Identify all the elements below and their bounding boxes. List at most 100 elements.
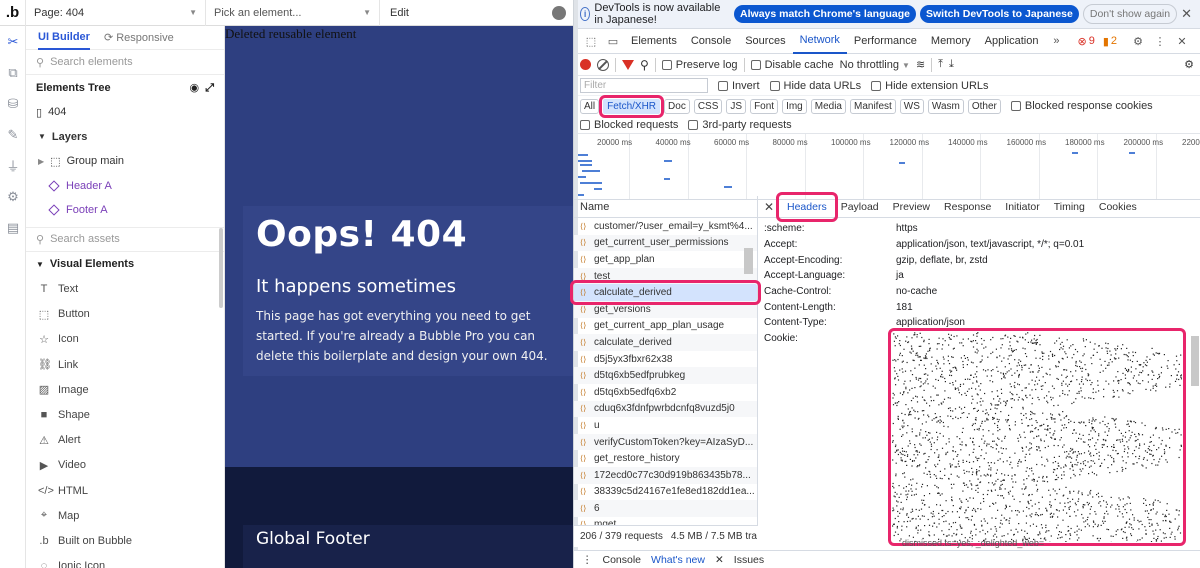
request-row[interactable]: ⟨⟩ d5tq6xb5edfq6xb2 (574, 384, 757, 401)
type-doc[interactable]: Doc (664, 98, 690, 114)
request-row[interactable]: ⟨⟩ verifyCustomToken?key=AIzaSyD... (574, 433, 757, 451)
kebab-menu-icon[interactable]: ⋮ (1149, 29, 1171, 54)
tab-application[interactable]: Application (978, 29, 1046, 54)
close-icon[interactable]: ✕ (1181, 6, 1192, 22)
expand-icon[interactable]: ⤢ (205, 82, 214, 94)
request-row[interactable]: ⟨⟩ calculate_derived (570, 280, 761, 305)
workflow-icon[interactable]: ⧉ (0, 57, 26, 88)
visual-element-item[interactable]: ▨ Image (26, 377, 224, 402)
tab-headers[interactable]: Headers (776, 191, 838, 222)
import-icon[interactable]: ⤒ (938, 58, 943, 71)
styles-icon[interactable]: ✎ (0, 119, 26, 150)
drawer-menu-icon[interactable]: ⋮ (582, 554, 593, 566)
filter-icon[interactable] (622, 59, 634, 70)
canvas-body-text[interactable]: This page has got everything you need to… (256, 306, 568, 366)
invert-checkbox[interactable]: Invert (718, 80, 760, 92)
request-row[interactable]: ⟨⟩ cduq6x3fdnfpwrbdcnfq8vuzd5j0 (574, 400, 757, 418)
tree-item-layers[interactable]: ▼ Layers (26, 125, 224, 150)
tree-item-page[interactable]: ▯ 404 (26, 100, 224, 125)
visual-element-item[interactable]: ◌ Ionic Icon (26, 554, 224, 568)
footer-title[interactable]: Global Footer (256, 529, 370, 549)
record-icon[interactable] (580, 59, 591, 70)
drawer-tab-whats-new[interactable]: What's new (651, 554, 705, 566)
search-elements-input[interactable]: Search elements (50, 56, 133, 68)
plugins-icon[interactable]: ⏚ (0, 150, 26, 181)
clear-icon[interactable] (597, 58, 609, 71)
type-wasm[interactable]: Wasm (927, 98, 964, 114)
export-icon[interactable]: ⤓ (949, 58, 954, 71)
tab-performance[interactable]: Performance (847, 29, 924, 54)
request-row[interactable]: ⟨⟩ 172ecd0c77c30d919b863435b78... (574, 466, 757, 484)
request-row[interactable]: ⟨⟩ d5j5yx3fbxr62x38 (574, 351, 757, 368)
more-tabs-icon[interactable]: » (1045, 29, 1067, 54)
dont-show-again-button[interactable]: Don't show again (1082, 4, 1178, 24)
match-language-button[interactable]: Always match Chrome's language (734, 5, 916, 23)
throttling-select[interactable]: No throttling ▼ (840, 59, 910, 71)
tab-memory[interactable]: Memory (924, 29, 978, 54)
device-toolbar-icon[interactable]: ▭ (602, 29, 624, 54)
visual-element-item[interactable]: T Text (26, 277, 224, 302)
request-row[interactable]: ⟨⟩ u (574, 417, 757, 434)
canvas-subheading[interactable]: It happens sometimes (256, 276, 456, 297)
drawer-tab-console[interactable]: Console (603, 554, 642, 566)
switch-language-button[interactable]: Switch DevTools to Japanese (920, 5, 1079, 23)
tab-sources[interactable]: Sources (738, 29, 792, 54)
element-selector[interactable]: Pick an element... ▼ (206, 0, 380, 26)
hide-data-urls-checkbox[interactable]: Hide data URLs (769, 80, 861, 92)
request-row[interactable]: ⟨⟩ d5tq6xb5edfprubkeg (574, 367, 757, 384)
inspect-icon[interactable]: ⬚ (580, 29, 602, 54)
type-img[interactable]: Img (782, 98, 807, 114)
preserve-log-checkbox[interactable]: Preserve log (661, 59, 738, 71)
request-row[interactable]: ⟨⟩ get_restore_history (574, 450, 757, 467)
tab-responsive[interactable]: ⟳ Responsive (104, 26, 174, 50)
blocked-requests-checkbox[interactable]: Blocked requests (580, 119, 678, 131)
tab-ui-builder[interactable]: UI Builder (38, 26, 90, 50)
settings-icon[interactable]: ⚙ (0, 181, 26, 212)
visual-elements-header[interactable]: ▼ Visual Elements (26, 252, 224, 277)
footer-group[interactable]: Global Footer (225, 467, 573, 568)
request-row[interactable]: ⟨⟩ 38339c5d24167e1fe8ed182dd1ea... (574, 484, 757, 501)
visual-element-item[interactable]: ▶ Video (26, 453, 224, 478)
warning-count-badge[interactable]: ▮ 2 (1103, 35, 1117, 48)
design-icon[interactable]: ✂ (0, 26, 26, 57)
request-row[interactable]: ⟨⟩ get_app_plan (574, 251, 757, 268)
tab-preview[interactable]: Preview (886, 196, 937, 218)
request-list-scrollbar[interactable] (744, 248, 753, 274)
type-media[interactable]: Media (810, 98, 846, 114)
tab-network[interactable]: Network (792, 29, 847, 54)
user-icon[interactable] (549, 0, 569, 26)
tab-initiator[interactable]: Initiator (998, 196, 1046, 218)
search-icon[interactable]: ⚲ (640, 58, 649, 72)
visual-element-item[interactable]: ⌖ Map (26, 503, 224, 528)
request-row[interactable]: ⟨⟩ get_current_app_plan_usage (574, 318, 757, 335)
name-column-header[interactable]: Name (574, 196, 757, 218)
type-all[interactable]: All (580, 98, 600, 114)
close-icon[interactable]: ✕ (764, 200, 780, 214)
eye-icon[interactable]: ◉ (189, 82, 199, 94)
panel-scrollbar[interactable] (219, 228, 223, 308)
tab-elements[interactable]: Elements (624, 29, 684, 54)
request-row[interactable]: ⟨⟩ customer/?user_email=y_ksmt%4... (574, 218, 757, 235)
type-other[interactable]: Other (967, 98, 1001, 114)
gear-icon[interactable]: ⚙ (1184, 58, 1194, 71)
request-row[interactable]: ⟨⟩ 6 (574, 500, 757, 517)
visual-element-item[interactable]: ☆ Icon (26, 327, 224, 352)
hide-extension-urls-checkbox[interactable]: Hide extension URLs (871, 80, 989, 92)
request-row[interactable]: ⟨⟩ calculate_derived (574, 334, 757, 351)
request-row[interactable]: ⟨⟩ get_current_user_permissions (574, 234, 757, 252)
visual-element-item[interactable]: </> HTML (26, 478, 224, 503)
edit-tab[interactable]: Edit (380, 0, 549, 26)
tree-item-group-main[interactable]: ▶ ⬚ Group main (26, 149, 224, 174)
disable-cache-checkbox[interactable]: Disable cache (750, 59, 834, 71)
error-count-badge[interactable]: ⊗ 9 (1077, 35, 1094, 48)
tab-console[interactable]: Console (684, 29, 738, 54)
type-manifest[interactable]: Manifest (850, 98, 896, 114)
drawer-tab-issues[interactable]: Issues (734, 554, 764, 566)
page-selector[interactable]: Page: 404 ▼ (26, 0, 206, 26)
logs-icon[interactable]: ▤ (0, 212, 26, 243)
visual-element-item[interactable]: ■ Shape (26, 402, 224, 427)
network-overview-timeline[interactable]: 20000 ms 40000 ms 60000 ms 80000 ms 100000 m… (574, 134, 1200, 200)
wifi-icon[interactable]: ≋ (916, 58, 925, 71)
blocked-response-cookies-checkbox[interactable]: Blocked response cookies (1010, 100, 1153, 112)
tab-response[interactable]: Response (937, 196, 998, 218)
